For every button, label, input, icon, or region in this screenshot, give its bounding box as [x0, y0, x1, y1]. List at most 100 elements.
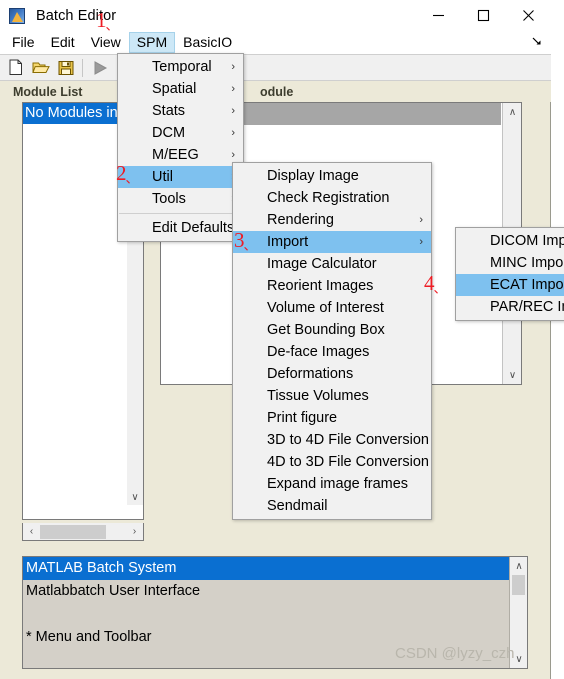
menu-item-edit-defaults[interactable]: Edit Defaults: [118, 217, 243, 239]
chevron-right-icon: ›: [231, 61, 235, 73]
current-module-scroll-down-arrow[interactable]: ∨: [503, 366, 522, 384]
menu-item-minc-import[interactable]: MINC Import: [456, 252, 564, 274]
undock-arrow-icon[interactable]: [531, 35, 543, 50]
menu-item-label: Print figure: [267, 410, 338, 426]
menu-item-display-image[interactable]: Display Image: [233, 165, 431, 187]
new-file-button[interactable]: [3, 56, 28, 80]
spm-dropdown-menu: Temporal › Spatial › Stats › DCM › M/EEG…: [117, 53, 244, 242]
matlab-icon: [9, 7, 25, 24]
help-line: [23, 649, 527, 668]
minimize-button[interactable]: [416, 0, 461, 31]
title-bar: Batch Editor: [0, 0, 551, 31]
menu-item-label: De-face Images: [267, 344, 370, 360]
help-line: [23, 603, 527, 626]
menu-item-label: Expand image frames: [267, 476, 409, 492]
help-panel-vscrollbar[interactable]: ∧ ∨: [509, 557, 527, 668]
menu-item-label: Image Calculator: [267, 256, 377, 272]
window-controls: [416, 0, 551, 31]
util-submenu: Display Image Check Registration Renderi…: [232, 162, 432, 520]
menu-item-label: DCM: [152, 125, 186, 141]
menu-item-label: Get Bounding Box: [267, 322, 385, 338]
menu-item-meeg[interactable]: M/EEG ›: [118, 144, 243, 166]
maximize-button[interactable]: [461, 0, 506, 31]
menu-item-rendering[interactable]: Rendering ›: [233, 209, 431, 231]
menu-basicio[interactable]: BasicIO: [175, 32, 240, 53]
import-submenu: DICOM Import MINC Import ECAT Import PAR…: [455, 227, 564, 321]
chevron-right-icon: ›: [231, 105, 235, 117]
menu-item-deformations[interactable]: Deformations: [233, 363, 431, 385]
menu-item-label: Rendering: [267, 212, 334, 228]
module-list-scroll-down-arrow[interactable]: ∨: [127, 489, 143, 505]
menu-item-label: M/EEG: [152, 147, 199, 163]
menu-item-import[interactable]: Import ›: [233, 231, 431, 253]
hscroll-left-arrow[interactable]: ‹: [23, 524, 40, 540]
menu-item-print-figure[interactable]: Print figure: [233, 407, 431, 429]
chevron-right-icon: ›: [419, 214, 423, 226]
menu-item-label: ECAT Import: [490, 277, 564, 293]
window-title: Batch Editor: [36, 7, 117, 24]
menu-item-spatial[interactable]: Spatial ›: [118, 78, 243, 100]
menu-item-3d-to-4d-file-conversion[interactable]: 3D to 4D File Conversion: [233, 429, 431, 451]
menu-item-tools[interactable]: Tools ›: [118, 188, 243, 210]
menu-item-ecat-import[interactable]: ECAT Import: [456, 274, 564, 296]
menu-item-label: MINC Import: [490, 255, 564, 271]
menu-item-label: Import: [267, 234, 309, 250]
menu-item-label: Spatial: [152, 81, 197, 97]
menu-item-label: Check Registration: [267, 190, 390, 206]
menu-item-image-calculator[interactable]: Image Calculator: [233, 253, 431, 275]
menu-item-par-rec-import[interactable]: PAR/REC Import: [456, 296, 564, 318]
menu-item-volume-of-interest[interactable]: Volume of Interest: [233, 297, 431, 319]
chevron-right-icon: ›: [231, 83, 235, 95]
help-line: * Menu and Toolbar: [26, 629, 152, 645]
hscroll-right-arrow[interactable]: ›: [126, 524, 143, 540]
toolbar-separator: [82, 58, 83, 77]
menu-item-label: 3D to 4D File Conversion: [267, 432, 429, 448]
hscroll-thumb[interactable]: [40, 524, 106, 539]
menu-item-label: Deformations: [267, 366, 354, 382]
menu-item-label: Tools: [152, 191, 186, 207]
menu-item-stats[interactable]: Stats ›: [118, 100, 243, 122]
menu-item-check-registration[interactable]: Check Registration: [233, 187, 431, 209]
menu-item-dicom-import[interactable]: DICOM Import: [456, 230, 564, 252]
help-scroll-down-arrow[interactable]: ∨: [510, 650, 527, 668]
menu-item-label: Sendmail: [267, 498, 328, 514]
menu-bar: File Edit View SPM BasicIO: [0, 31, 551, 55]
help-line: Matlabbatch User Interface: [26, 583, 201, 599]
open-folder-button[interactable]: [28, 56, 53, 80]
menu-spm[interactable]: SPM: [128, 32, 176, 53]
menu-item-label: Display Image: [267, 168, 359, 184]
help-text-panel[interactable]: MATLAB Batch System Matlabbatch User Int…: [22, 556, 528, 669]
screenshot-root: Batch Editor File Edit View SPM BasicIO: [0, 0, 564, 679]
help-scroll-thumb[interactable]: [512, 575, 525, 595]
menu-view[interactable]: View: [83, 32, 129, 53]
menu-edit[interactable]: Edit: [43, 32, 83, 53]
tool-bar: [0, 55, 551, 81]
menu-item-expand-image-frames[interactable]: Expand image frames: [233, 473, 431, 495]
menu-item-4d-to-3d-file-conversion[interactable]: 4D to 3D File Conversion: [233, 451, 431, 473]
menu-item-label: Reorient Images: [267, 278, 374, 294]
menu-item-label: Edit Defaults: [152, 220, 235, 236]
chevron-right-icon: ›: [419, 236, 423, 248]
menu-item-tissue-volumes[interactable]: Tissue Volumes: [233, 385, 431, 407]
help-scroll-up-arrow[interactable]: ∧: [510, 557, 527, 575]
menu-item-sendmail[interactable]: Sendmail: [233, 495, 431, 517]
menu-file[interactable]: File: [4, 32, 43, 53]
run-button[interactable]: [87, 56, 112, 80]
menu-item-get-bounding-box[interactable]: Get Bounding Box: [233, 319, 431, 341]
menu-separator: [119, 213, 242, 214]
chevron-right-icon: ›: [231, 127, 235, 139]
menu-item-label: Temporal: [152, 59, 212, 75]
menu-item-de-face-images[interactable]: De-face Images: [233, 341, 431, 363]
menu-item-label: Stats: [152, 103, 186, 119]
menu-item-reorient-images[interactable]: Reorient Images: [233, 275, 431, 297]
module-list-hscrollbar[interactable]: ‹ ›: [22, 523, 144, 541]
save-button[interactable]: [53, 56, 78, 80]
help-line: MATLAB Batch System: [23, 557, 527, 580]
close-button[interactable]: [506, 0, 551, 31]
menu-item-label: Volume of Interest: [267, 300, 384, 316]
menu-item-dcm[interactable]: DCM ›: [118, 122, 243, 144]
menu-item-util[interactable]: Util ›: [118, 166, 243, 188]
menu-item-label: PAR/REC Import: [490, 299, 564, 315]
current-module-scroll-up-arrow[interactable]: ∧: [503, 103, 522, 121]
menu-item-temporal[interactable]: Temporal ›: [118, 56, 243, 78]
